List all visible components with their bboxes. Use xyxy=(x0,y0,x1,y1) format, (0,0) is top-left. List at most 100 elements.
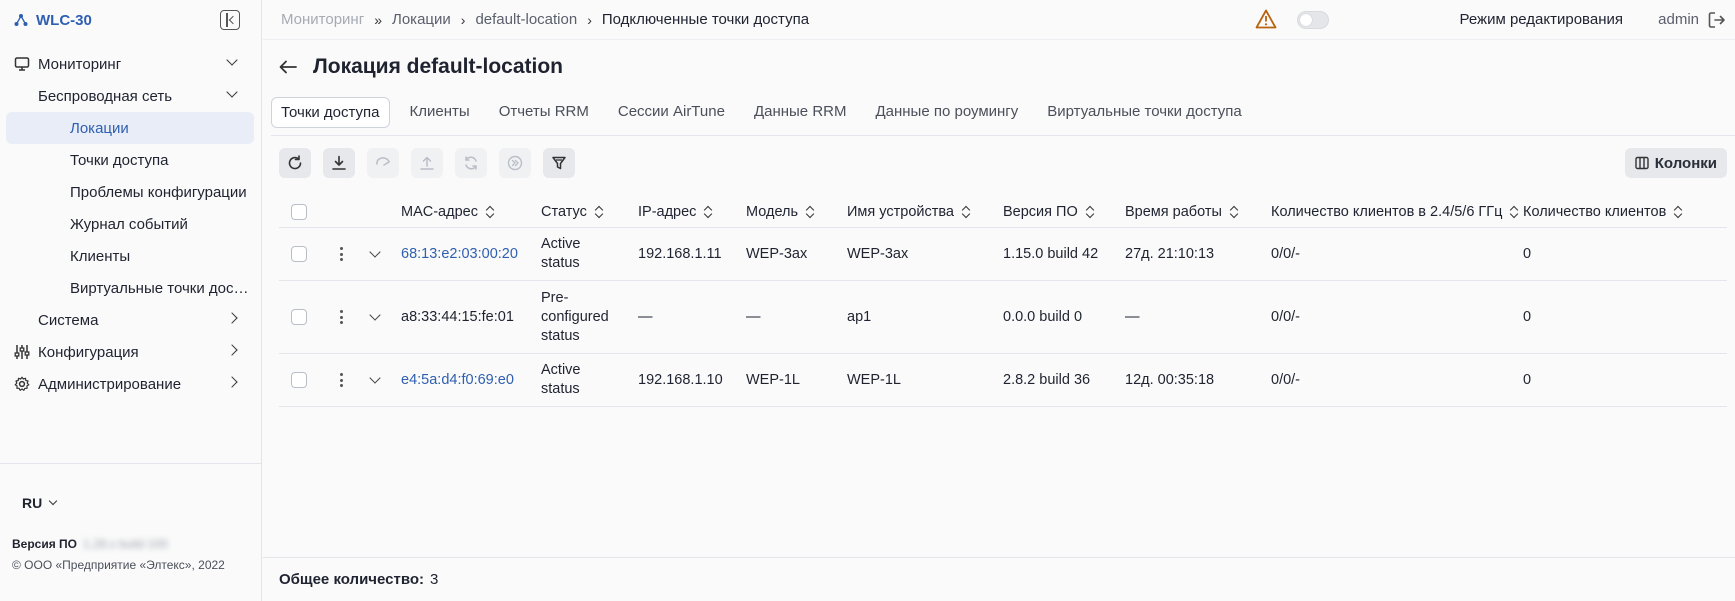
sidebar-item-access-points[interactable]: Точки доступа xyxy=(0,144,262,176)
column-label: Статус xyxy=(541,203,587,220)
language-select[interactable]: RU xyxy=(22,495,58,511)
status-cell: Active status xyxy=(541,362,581,397)
download-button[interactable] xyxy=(323,148,355,178)
filter-button[interactable] xyxy=(543,148,575,178)
warning-icon[interactable] xyxy=(1255,9,1277,29)
sort-icon xyxy=(962,206,970,218)
logout-icon[interactable] xyxy=(1707,10,1727,30)
sidebar-item-system[interactable]: Система xyxy=(0,304,262,336)
mac-link[interactable]: e4:5a:d4:f0:69:e0 xyxy=(401,354,514,406)
tab-virtual-aps[interactable]: Виртуальные точки доступа xyxy=(1038,97,1251,126)
more-vertical-icon[interactable] xyxy=(339,373,343,387)
column-header-device-name[interactable]: Имя устройства xyxy=(847,196,970,227)
column-label: Версия ПО xyxy=(1003,203,1078,220)
chevron-down-icon[interactable] xyxy=(369,309,381,321)
column-header-mac[interactable]: MAC-адрес xyxy=(401,196,494,227)
total-value: 3 xyxy=(430,571,439,588)
chevron-down-icon xyxy=(226,54,238,66)
column-label: Время работы xyxy=(1125,203,1222,220)
clients-bands-cell: 0/0/- xyxy=(1271,309,1301,325)
sort-icon xyxy=(1510,206,1518,218)
version-label: Версия ПО xyxy=(12,537,78,551)
tab-rrm-reports[interactable]: Отчеты RRM xyxy=(490,97,598,126)
sidebar-item-administration[interactable]: Администрирование xyxy=(0,368,262,400)
chevron-down-icon[interactable] xyxy=(369,372,381,384)
sidebar-item-label: Журнал событий xyxy=(70,215,188,233)
reboot-button[interactable] xyxy=(367,148,399,178)
chevron-right-icon: › xyxy=(587,11,592,28)
sidebar-item-monitoring[interactable]: Мониторинг xyxy=(0,48,262,80)
mac-link[interactable]: 68:13:e2:03:00:20 xyxy=(401,228,518,280)
version-cell: 2.8.2 build 36 xyxy=(1003,372,1091,388)
row-checkbox[interactable] xyxy=(291,309,307,325)
chevron-right-icon xyxy=(226,312,238,324)
columns-button[interactable]: Колонки xyxy=(1624,148,1727,178)
sidebar-item-label: Беспроводная сеть xyxy=(38,87,173,105)
sidebar-item-config-problems[interactable]: Проблемы конфигурации xyxy=(0,176,262,208)
column-label: Количество клиентов в 2.4/5/6 ГГц xyxy=(1271,203,1503,220)
row-checkbox[interactable] xyxy=(291,246,307,262)
sidebar-item-label: Точки доступа xyxy=(70,151,169,169)
more-vertical-icon[interactable] xyxy=(339,247,343,261)
arrow-left-icon[interactable] xyxy=(279,60,297,74)
clients-bands-cell: 0/0/- xyxy=(1271,246,1301,262)
sidebar-item-wireless[interactable]: Беспроводная сеть xyxy=(0,80,262,112)
sort-icon xyxy=(1086,206,1094,218)
sidebar-item-label: Проблемы конфигурации xyxy=(70,183,247,201)
upload-icon xyxy=(420,156,434,170)
row-select-cell xyxy=(291,354,307,406)
tab-airtune-sessions[interactable]: Сессии AirTune xyxy=(609,97,734,126)
row-actions-cell xyxy=(339,281,343,353)
collapse-sidebar-icon[interactable] xyxy=(220,10,240,30)
row-expand-cell xyxy=(369,281,381,353)
sidebar-item-event-log[interactable]: Журнал событий xyxy=(0,208,262,240)
table-row: a8:33:44:15:fe:01 Pre-configured status … xyxy=(279,281,1727,354)
column-header-version[interactable]: Версия ПО xyxy=(1003,196,1094,227)
breadcrumb-item-locations[interactable]: Локации xyxy=(392,11,451,28)
sidebar-item-locations[interactable]: Локации xyxy=(6,112,254,144)
sync-button[interactable] xyxy=(455,148,487,178)
more-vertical-icon[interactable] xyxy=(339,310,343,324)
edit-mode-toggle[interactable] xyxy=(1297,11,1329,29)
tabs: Точки доступа Клиенты Отчеты RRM Сессии … xyxy=(271,97,1735,136)
column-header-clients-bands[interactable]: Количество клиентов в 2.4/5/6 ГГц xyxy=(1271,196,1518,227)
skip-button[interactable] xyxy=(499,148,531,178)
column-label: MAC-адрес xyxy=(401,203,478,220)
sidebar-item-virtual-aps[interactable]: Виртуальные точки доступа xyxy=(0,272,262,304)
tab-clients[interactable]: Клиенты xyxy=(401,97,479,126)
row-checkbox[interactable] xyxy=(291,372,307,388)
refresh-button[interactable] xyxy=(279,148,311,178)
sidebar-item-clients[interactable]: Клиенты xyxy=(0,240,262,272)
column-header-ip[interactable]: IP-адрес xyxy=(638,196,712,227)
column-label: Количество клиентов xyxy=(1523,203,1667,220)
columns-icon xyxy=(1635,156,1649,170)
version-cell: 1.15.0 build 42 xyxy=(1003,246,1099,262)
sidebar-item-label: Виртуальные точки доступа xyxy=(70,279,252,297)
upload-button[interactable] xyxy=(411,148,443,178)
sidebar-item-configuration[interactable]: Конфигурация xyxy=(0,336,262,368)
total-label: Общее количество: xyxy=(279,571,425,588)
filter-icon xyxy=(552,156,566,170)
breadcrumb-item-location[interactable]: default-location xyxy=(475,11,577,28)
sidebar-item-label: Клиенты xyxy=(70,247,131,265)
column-header-model[interactable]: Модель xyxy=(746,196,814,227)
table-footer: Общее количество: 3 xyxy=(263,557,1735,601)
brand[interactable]: WLC-30 xyxy=(14,10,92,30)
row-expand-cell xyxy=(369,228,381,280)
column-header-status[interactable]: Статус xyxy=(541,196,603,227)
breadcrumb-item-current: Подключенные точки доступа xyxy=(601,11,810,28)
tab-access-points[interactable]: Точки доступа xyxy=(271,97,390,128)
tab-roaming-data[interactable]: Данные по роумингу xyxy=(866,97,1027,126)
user-name[interactable]: admin xyxy=(1658,11,1699,28)
breadcrumb-item-monitoring[interactable]: Мониторинг xyxy=(281,11,364,28)
chevron-down-icon[interactable] xyxy=(369,246,381,258)
version-value: 1.28.x build 100 xyxy=(83,537,168,551)
reboot-icon xyxy=(376,157,390,166)
device-name-cell: WEP-3ax xyxy=(847,246,909,262)
select-all-checkbox[interactable] xyxy=(291,203,307,220)
sliders-icon xyxy=(14,345,30,359)
column-header-uptime[interactable]: Время работы xyxy=(1125,196,1238,227)
sort-icon xyxy=(595,206,603,218)
column-header-clients[interactable]: Количество клиентов xyxy=(1523,196,1682,227)
tab-rrm-data[interactable]: Данные RRM xyxy=(745,97,856,126)
